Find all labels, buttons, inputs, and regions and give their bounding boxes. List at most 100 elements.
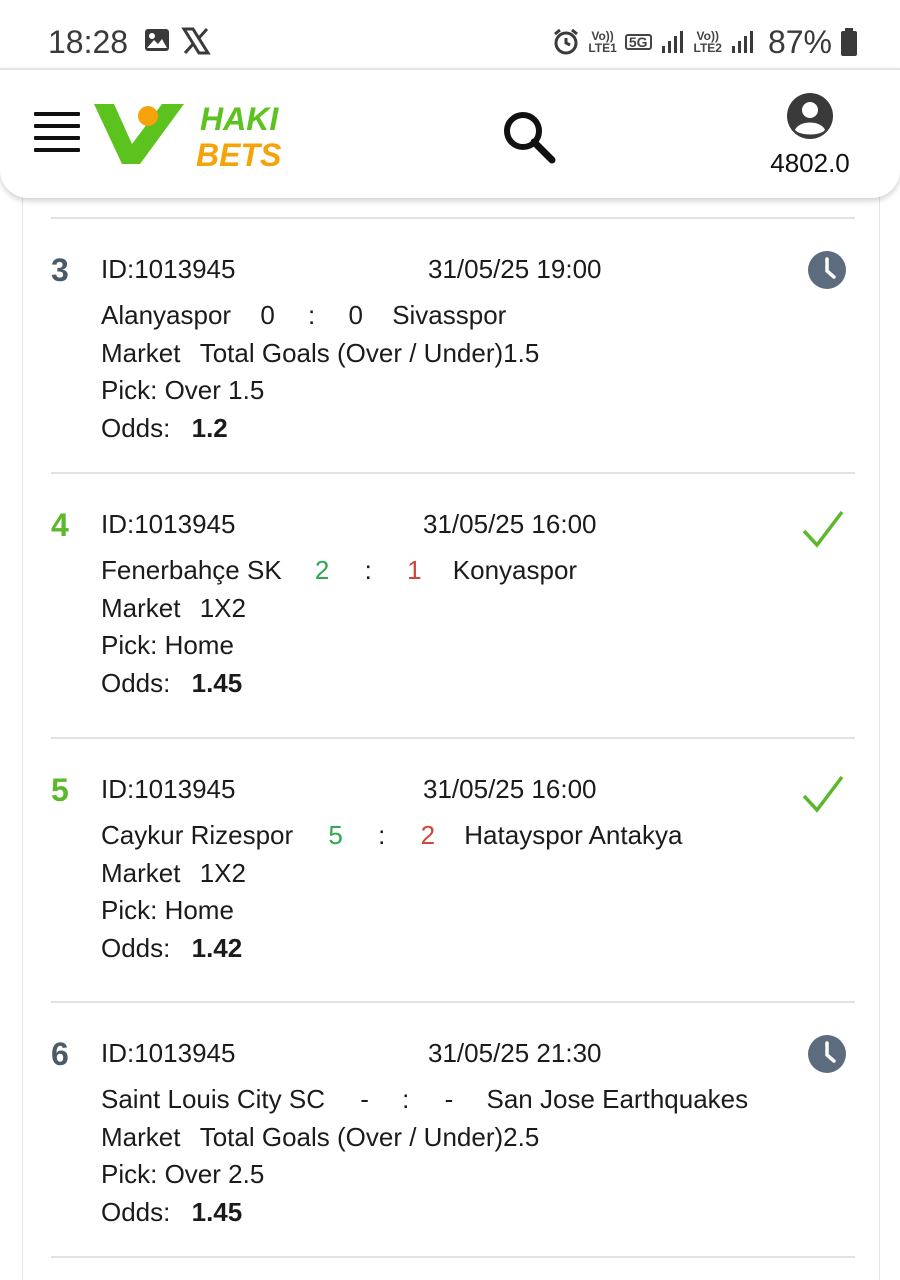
pick-line: Pick: Over 1.5 — [101, 375, 265, 405]
odds-label: Odds: — [101, 413, 171, 443]
signal-icon — [661, 31, 683, 53]
bet-item[interactable]: 3 ID:1013945 31/05/25 19:00 Alanyaspor 0… — [23, 218, 881, 482]
search-icon[interactable] — [500, 108, 560, 168]
bet-date: 31/05/25 16:00 — [423, 509, 597, 539]
match-line: Fenerbahçe SK 2 : 1 Konyaspor — [101, 555, 577, 586]
divider — [51, 1256, 855, 1258]
menu-icon-bar — [34, 124, 80, 128]
bet-item[interactable]: 6 ID:1013945 31/05/25 21:30 Saint Louis … — [23, 1002, 881, 1266]
signal-icon-2 — [731, 31, 753, 53]
market-label: Market — [101, 338, 181, 368]
score-separator: : — [402, 1084, 410, 1114]
home-score: 2 — [314, 555, 330, 585]
away-team: Konyaspor — [452, 555, 578, 585]
market-line: Market 1X2 — [101, 858, 246, 889]
odds-label: Odds: — [101, 668, 171, 698]
menu-icon-bar — [34, 112, 80, 116]
bet-id: ID:1013945 — [101, 774, 236, 804]
gallery-icon — [145, 29, 169, 51]
score-separator: : — [364, 555, 372, 585]
network-5g-indicator: 5G — [624, 34, 652, 50]
battery-percent: 87% — [767, 23, 832, 60]
bet-number: 6 — [51, 1036, 69, 1072]
pending-clock-icon — [808, 251, 846, 289]
lte1-indicator: Vo)) LTE1 — [588, 29, 617, 55]
pick-line: Pick: Home — [101, 895, 234, 925]
market-value: 1X2 — [199, 858, 246, 888]
bet-item[interactable]: 5 ID:1013945 31/05/25 16:00 Caykur Rizes… — [23, 738, 881, 1002]
hakibets-logo[interactable]: HAKI BETS — [92, 98, 302, 170]
menu-icon-bar — [34, 148, 80, 152]
market-label: Market — [101, 1122, 181, 1152]
odds-value: 1.45 — [191, 668, 243, 698]
menu-icon-bar — [34, 136, 80, 140]
logo-text-top: HAKI — [200, 101, 279, 137]
home-score: - — [360, 1084, 369, 1114]
score-separator: : — [308, 300, 316, 330]
app-header: HAKI BETS 4802.0 — [0, 68, 900, 198]
odds-line: Odds: 1.45 — [101, 1197, 242, 1228]
market-label: Market — [101, 858, 181, 888]
market-line: Market Total Goals (Over / Under)1.5 — [101, 338, 539, 369]
status-time: 18:28 — [48, 24, 129, 60]
odds-label: Odds: — [101, 933, 171, 963]
bet-id: ID:1013945 — [101, 509, 236, 539]
score-separator: : — [378, 820, 386, 850]
won-check-icon — [802, 775, 844, 813]
odds-line: Odds: 1.2 — [101, 413, 228, 444]
bet-number: 3 — [51, 252, 69, 288]
status-right: Vo)) LTE1 5G Vo)) LTE2 87% — [552, 22, 858, 62]
bet-date: 31/05/25 16:00 — [423, 774, 597, 804]
odds-line: Odds: 1.45 — [101, 668, 242, 699]
account-balance: 4802.0 — [770, 148, 850, 178]
odds-line: Odds: 1.42 — [101, 933, 242, 964]
lte2-indicator: Vo)) LTE2 — [693, 29, 722, 55]
away-score: 1 — [407, 555, 422, 585]
pending-clock-icon — [808, 1035, 846, 1073]
market-value: 1X2 — [199, 593, 246, 623]
odds-value: 1.45 — [191, 1197, 243, 1227]
away-team: Hatayspor Antakya — [464, 820, 683, 850]
bet-number: 5 — [51, 772, 69, 808]
bet-item[interactable]: 4 ID:1013945 31/05/25 16:00 Fenerbahçe S… — [23, 473, 881, 737]
away-score: 2 — [420, 820, 436, 850]
odds-value: 1.42 — [191, 933, 243, 963]
won-check-icon — [802, 510, 844, 548]
away-team: San Jose Earthquakes — [486, 1084, 749, 1114]
home-team: Fenerbahçe SK — [101, 555, 282, 585]
menu-button[interactable] — [34, 112, 80, 156]
away-score: 0 — [348, 300, 363, 330]
market-line: Market Total Goals (Over / Under)2.5 — [101, 1122, 539, 1153]
match-line: Alanyaspor 0 : 0 Sivasspor — [101, 300, 506, 331]
home-score: 5 — [328, 820, 343, 850]
bet-id: ID:1013945 — [101, 254, 236, 284]
odds-value: 1.2 — [191, 413, 228, 443]
market-line: Market 1X2 — [101, 593, 246, 624]
market-value: Total Goals (Over / Under)2.5 — [199, 1122, 540, 1152]
pick-line: Pick: Home — [101, 630, 234, 660]
bet-list: 3 ID:1013945 31/05/25 19:00 Alanyaspor 0… — [22, 190, 880, 1280]
home-team: Saint Louis City SC — [101, 1084, 325, 1114]
home-score: 0 — [260, 300, 275, 330]
bet-date: 31/05/25 19:00 — [428, 254, 602, 284]
market-value: Total Goals (Over / Under)1.5 — [199, 338, 540, 368]
logo-text-bottom: BETS — [196, 137, 282, 170]
pick-line: Pick: Over 2.5 — [101, 1159, 265, 1189]
bet-id: ID:1013945 — [101, 1038, 236, 1068]
status-bar: 18:28 Vo)) LTE1 5G Vo)) LTE2 87% — [0, 0, 900, 68]
away-team: Sivasspor — [392, 300, 507, 330]
bet-date: 31/05/25 21:30 — [428, 1038, 602, 1068]
bet-number: 4 — [51, 507, 69, 543]
battery-icon — [841, 28, 857, 56]
match-line: Saint Louis City SC - : - San Jose Earth… — [101, 1084, 748, 1115]
user-avatar-icon — [787, 93, 833, 139]
alarm-icon — [554, 28, 579, 55]
x-app-icon — [181, 27, 211, 55]
market-label: Market — [101, 593, 181, 623]
home-team: Alanyaspor — [101, 300, 232, 330]
home-team: Caykur Rizespor — [101, 820, 294, 850]
match-line: Caykur Rizespor 5 : 2 Hatayspor Antakya — [101, 820, 683, 851]
away-score: - — [444, 1084, 454, 1114]
odds-label: Odds: — [101, 1197, 171, 1227]
account-button[interactable]: 4802.0 — [760, 90, 860, 190]
